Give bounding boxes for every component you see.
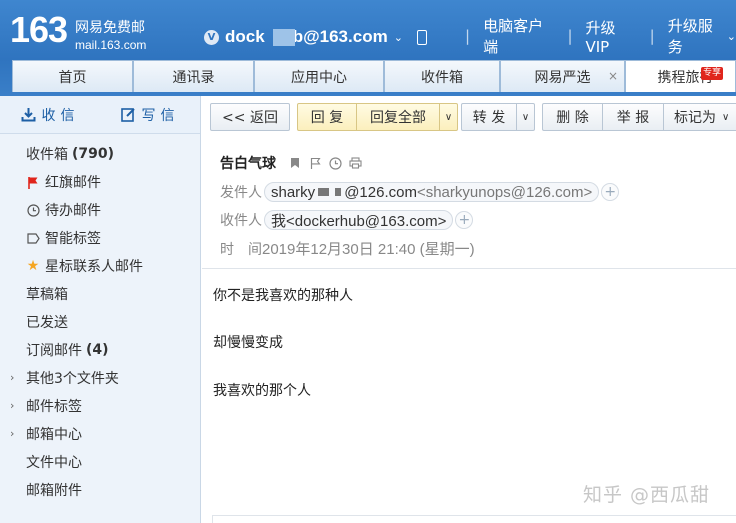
watermark: 知乎 @西瓜甜 [583, 484, 711, 506]
bookmark-icon[interactable] [288, 156, 302, 170]
logo-url: mail.163.com [75, 38, 147, 52]
mail-actions: 收信 写信 [0, 96, 200, 134]
sent-time: 2019年12月30日 21:40 (星期一) [262, 241, 475, 258]
red-flag-icon [26, 175, 40, 189]
reply-button[interactable]: 回 复 [297, 103, 357, 131]
body-line: 却慢慢变成 [213, 335, 283, 351]
forward-dropdown[interactable]: ∨ [517, 103, 535, 131]
message-subject: 告白气球 [220, 156, 276, 172]
compose-button[interactable]: 写信 [100, 105, 200, 125]
folder-inbox[interactable]: 收件箱 (790) [0, 140, 200, 168]
delete-button[interactable]: 删 除 [542, 103, 603, 131]
from-label: 发件人 [220, 185, 262, 201]
pen-icon [120, 107, 136, 122]
folder-mail-center[interactable]: › 邮箱中心 [0, 420, 200, 448]
download-icon [21, 107, 36, 122]
folder-todo[interactable]: 待办邮件 [0, 196, 200, 224]
tab-inbox[interactable]: 收件箱 [384, 60, 500, 92]
tab-ctrip[interactable]: 携程旅行 专享 [625, 60, 736, 92]
folder-starred-contacts[interactable]: ★ 星标联系人邮件 [0, 252, 200, 280]
to-row: 收件人 我<dockerhub@163.com> + [220, 210, 474, 230]
body-line: 我喜欢的那个人 [213, 383, 311, 399]
upgrade-vip-link[interactable]: 升级VIP [586, 17, 637, 56]
clock-icon[interactable] [328, 156, 342, 170]
receive-button[interactable]: 收信 [0, 105, 100, 125]
forward-button[interactable]: 转 发 [461, 103, 517, 131]
account-email: dock b@163.com [225, 27, 388, 46]
chevron-right-icon[interactable]: › [10, 427, 14, 440]
recipient-pill[interactable]: 我<dockerhub@163.com> [264, 210, 454, 230]
exclusive-badge: 专享 [700, 67, 723, 80]
logo-number[interactable]: 163 [10, 10, 68, 50]
add-contact-icon[interactable]: + [601, 183, 620, 201]
chevron-down-icon: ∨ [722, 111, 730, 123]
top-links: | 电脑客户端 | 升级VIP | 升级服务 ⌄ [465, 17, 736, 56]
chevron-down-icon: ∨ [521, 111, 530, 123]
logo-name: 网易免费邮 [75, 20, 145, 36]
message-toolbar: << 返回 回 复 回复全部 ∨ 转 发 ∨ 删 除 举 报 标记为 ∨ [210, 103, 736, 131]
add-contact-icon[interactable]: + [455, 211, 474, 229]
chevron-right-icon[interactable]: › [10, 371, 14, 384]
upgrade-service-link[interactable]: 升级服务 [668, 15, 725, 57]
reply-all-button[interactable]: 回复全部 [357, 103, 440, 131]
tab-yanxuan[interactable]: 网易严选 × [500, 60, 625, 92]
star-icon: ★ [26, 258, 40, 274]
folder-other[interactable]: › 其他3个文件夹 [0, 364, 200, 392]
tab-contacts[interactable]: 通讯录 [133, 60, 254, 92]
folder-sent[interactable]: 已发送 [0, 308, 200, 336]
clock-icon [26, 203, 40, 217]
mobile-icon[interactable] [416, 29, 427, 45]
tab-app-center[interactable]: 应用中心 [254, 60, 384, 92]
folder-list: 收件箱 (790) 红旗邮件 待办邮件 智能标签 ★ 星标联系人邮件 草稿箱 已发… [0, 134, 200, 504]
chevron-right-icon[interactable]: › [10, 399, 14, 412]
chevron-down-icon[interactable]: ⌄ [394, 31, 403, 44]
flag-icon[interactable] [308, 156, 322, 170]
report-button[interactable]: 举 报 [603, 103, 664, 131]
folder-red-flag[interactable]: 红旗邮件 [0, 168, 200, 196]
folder-subscriptions[interactable]: 订阅邮件 (4) [0, 336, 200, 364]
sidebar: 收信 写信 收件箱 (790) 红旗邮件 待办邮件 智能标签 ★ 星标联系人邮件 … [0, 96, 201, 523]
folder-mail-tags[interactable]: › 邮件标签 [0, 392, 200, 420]
reply-box-edge [212, 515, 736, 523]
account-switcher[interactable]: V dock b@163.com ⌄ [204, 26, 427, 48]
tab-home[interactable]: 首页 [12, 60, 133, 92]
folder-drafts[interactable]: 草稿箱 [0, 280, 200, 308]
top-header: 163 网易免费邮 mail.163.com V dock b@163.com ⌄… [0, 0, 736, 96]
tab-bar: 首页 通讯录 应用中心 收件箱 网易严选 × 携程旅行 专享 [12, 60, 736, 92]
vip-badge-icon: V [204, 29, 219, 45]
time-row: 时 间 2019年12月30日 21:40 (星期一) [220, 238, 475, 259]
folder-file-center[interactable]: 文件中心 [0, 448, 200, 476]
back-button[interactable]: << 返回 [210, 103, 290, 131]
tag-icon [26, 231, 40, 245]
body-line: 你不是我喜欢的那种人 [213, 288, 353, 304]
chevron-down-icon: ∨ [444, 111, 453, 123]
message-subject-row: 告白气球 [220, 153, 362, 173]
desktop-client-link[interactable]: 电脑客户端 [483, 15, 554, 57]
folder-attachments[interactable]: 邮箱附件 [0, 476, 200, 504]
chevron-down-icon[interactable]: ⌄ [727, 30, 736, 43]
close-icon[interactable]: × [608, 69, 618, 83]
reply-all-dropdown[interactable]: ∨ [440, 103, 458, 131]
folder-smart-tag[interactable]: 智能标签 [0, 224, 200, 252]
to-label: 收件人 [220, 213, 262, 229]
from-row: 发件人 sharky @126.com <sharkyunops@126.com> … [220, 182, 620, 202]
print-icon[interactable] [348, 156, 362, 170]
time-label: 时 间 [220, 241, 262, 258]
header-divider [202, 268, 736, 269]
mark-as-button[interactable]: 标记为 ∨ [664, 103, 736, 131]
sender-pill[interactable]: sharky @126.com <sharkyunops@126.com> [264, 182, 600, 202]
